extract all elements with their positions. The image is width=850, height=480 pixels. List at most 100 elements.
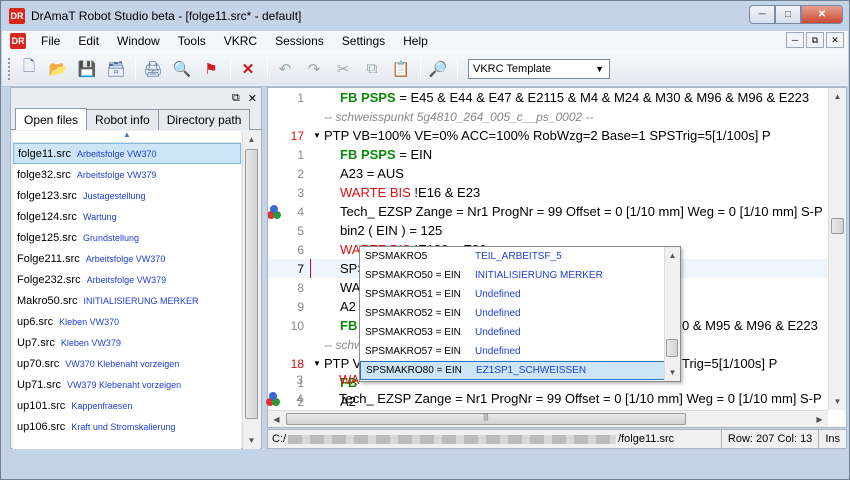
main-window: DR DrAmaT Robot Studio beta - [folge11.s… <box>0 0 850 480</box>
mdi-restore-button[interactable]: ⧉ <box>806 32 824 48</box>
menu-settings[interactable]: Settings <box>333 34 394 48</box>
autocomplete-item[interactable]: SPSMAKRO52 = EIN Undefined <box>360 304 680 323</box>
toolbar: 🗋 📂 💾 🗃 🖨 🔍 ⚑ ✕ ↶ ↷ ✂ ⧉ 📋 🔎 VKRC Templat… <box>2 51 848 87</box>
list-item[interactable]: folge11.src Arbeitsfolge VW370 <box>13 143 241 164</box>
scroll-thumb[interactable]: ||| <box>286 413 686 425</box>
collapse-icon[interactable]: ▼ <box>313 131 321 140</box>
file-list-scrollbar[interactable]: ▲ ▼ <box>242 131 260 449</box>
code-line[interactable]: 2 A23 = AUS <box>268 164 828 183</box>
menu-sessions[interactable]: Sessions <box>266 34 333 48</box>
weld-point-icon <box>266 391 280 406</box>
app-logo-icon: DR <box>9 8 25 24</box>
list-item[interactable]: folge125.src Grundstellung <box>13 227 241 248</box>
autocomplete-item[interactable]: SPSMAKRO51 = EIN Undefined <box>360 285 680 304</box>
cut-icon[interactable]: ✂ <box>331 57 355 81</box>
delete-icon[interactable]: ✕ <box>236 57 260 81</box>
list-item[interactable]: Folge211.src Arbeitsfolge VW370 <box>13 248 241 269</box>
maximize-button[interactable]: □ <box>775 5 801 24</box>
scroll-up-icon[interactable]: ▲ <box>829 88 846 105</box>
scroll-down-icon[interactable]: ▼ <box>243 432 260 449</box>
list-header[interactable]: ▲ <box>13 131 241 143</box>
scroll-thumb[interactable] <box>245 149 258 419</box>
scroll-up-icon[interactable]: ▲ <box>665 247 680 264</box>
toolbar-grip[interactable] <box>8 57 12 80</box>
tab-open-files[interactable]: Open files <box>15 108 88 130</box>
menu-tools[interactable]: Tools <box>169 34 215 48</box>
files-panel: ⧉ ✕ Open files Robot info Directory path… <box>10 87 262 449</box>
print-icon[interactable]: 🖨 <box>141 57 165 81</box>
list-item[interactable]: up70.src VW370 Klebenaht vorzeigen <box>13 353 241 374</box>
template-select[interactable]: VKRC Template ▼ <box>468 58 610 79</box>
autocomplete-item[interactable]: SPSMAKRO50 = EIN INITIALISIERUNG MERKER <box>360 266 680 285</box>
scroll-down-icon[interactable]: ▼ <box>829 393 846 410</box>
window-title: DrAmaT Robot Studio beta - [folge11.src*… <box>31 9 302 23</box>
save-all-icon[interactable]: 🗃 <box>104 57 128 81</box>
mdi-close-button[interactable]: ✕ <box>826 32 844 48</box>
editor-vertical-scrollbar[interactable]: ▲ ▼ <box>828 88 846 410</box>
new-file-icon[interactable]: 🗋 <box>17 57 41 81</box>
weld-point-icon <box>268 204 281 219</box>
menu-window[interactable]: Window <box>108 34 169 48</box>
minimize-button[interactable]: ─ <box>749 5 775 24</box>
code-line[interactable]: 3 WARTE BIS !E16 & E23 <box>268 183 828 202</box>
list-item[interactable]: folge32.src Arbeitsfolge VW379 <box>13 164 241 185</box>
list-item[interactable]: up6.src Kleben VW370 <box>13 311 241 332</box>
autocomplete-scrollbar[interactable]: ▲ ▼ <box>664 247 680 381</box>
menu-file[interactable]: File <box>32 34 69 48</box>
tab-directory-path[interactable]: Directory path <box>157 109 251 130</box>
insert-mode: Ins <box>818 429 846 449</box>
list-item[interactable]: folge124.src Wartung <box>13 206 241 227</box>
open-files-list: ▲ folge11.src Arbeitsfolge VW370 folge32.… <box>13 131 241 449</box>
collapse-icon[interactable]: ▼ <box>313 359 321 368</box>
editor-horizontal-scrollbar[interactable]: ◀ ||| ▶ <box>268 410 828 427</box>
document-logo-icon: DR <box>10 33 26 49</box>
list-item[interactable]: Makro50.src INITIALISIERUNG MERKER <box>13 290 241 311</box>
copy-icon[interactable]: ⧉ <box>360 57 384 81</box>
mdi-minimize-button[interactable]: ─ <box>786 32 804 48</box>
chevron-down-icon: ▼ <box>595 63 604 74</box>
panel-float-icon[interactable]: ⧉ <box>232 92 240 105</box>
panel-close-icon[interactable]: ✕ <box>248 92 257 105</box>
list-item[interactable]: Up71.src VW379 Klebenaht vorzeigen <box>13 374 241 395</box>
code-line[interactable]: -- schweisspunkt 5g4810_264_005_c__ps_00… <box>268 107 828 126</box>
list-item[interactable]: folge123.src Justagestellung <box>13 185 241 206</box>
list-item[interactable]: Up7.src Kleben VW379 <box>13 332 241 353</box>
find-icon[interactable]: 🔎 <box>426 57 450 81</box>
menu-vkrc[interactable]: VKRC <box>215 34 266 48</box>
menu-edit[interactable]: Edit <box>69 34 108 48</box>
code-line[interactable]: 1 FB PSPS = E45 & E44 & E47 & E2115 & M4 … <box>268 88 828 107</box>
code-line[interactable]: 3 WA <box>267 370 827 389</box>
open-folder-icon[interactable]: 📂 <box>46 57 70 81</box>
scroll-up-icon[interactable]: ▲ <box>243 131 260 148</box>
print-preview-icon[interactable]: 🔍 <box>170 57 194 81</box>
code-line[interactable]: 4 Tech_ EZSP Zange = Nr1 ProgNr = 99 Offs… <box>266 389 827 408</box>
list-item[interactable]: up101.src Kappenfraesen <box>13 395 241 416</box>
save-icon[interactable]: 💾 <box>75 57 99 81</box>
template-select-value: VKRC Template <box>473 62 552 75</box>
sort-up-icon: ▲ <box>123 131 131 139</box>
autocomplete-item[interactable]: SPSMAKRO53 = EIN Undefined <box>360 323 680 342</box>
list-item[interactable]: Folge232.src Arbeitsfolge VW379 <box>13 269 241 290</box>
scroll-thumb[interactable] <box>831 218 844 234</box>
code-line[interactable]: 17 ▼ PTP VB=100% VE=0% ACC=100% RobWzg=2 B… <box>268 126 828 145</box>
list-item[interactable]: up106.src Kraft und Stromskalierung <box>13 416 241 437</box>
redo-icon[interactable]: ↷ <box>302 57 326 81</box>
autocomplete-item[interactable]: SPSMAKRO57 = EIN Undefined <box>360 342 680 361</box>
paste-icon[interactable]: 📋 <box>389 57 413 81</box>
scroll-thumb[interactable] <box>666 339 678 357</box>
title-bar: DR DrAmaT Robot Studio beta - [folge11.s… <box>1 1 849 31</box>
menu-help[interactable]: Help <box>394 34 437 48</box>
cursor-position: Row: 207 Col: 13 <box>720 429 818 449</box>
file-path-redacted <box>288 434 617 444</box>
autocomplete-popup[interactable]: SPSMAKRO5 TEIL_ARBEITSF_5 SPSMAKRO50 = EI… <box>359 246 681 382</box>
code-line[interactable]: 4 Tech_ EZSP Zange = Nr1 ProgNr = 99 Offs… <box>268 202 828 221</box>
scroll-left-icon[interactable]: ◀ <box>268 411 285 427</box>
tab-robot-info[interactable]: Robot info <box>86 109 159 130</box>
close-button[interactable]: ✕ <box>801 5 843 24</box>
scroll-right-icon[interactable]: ▶ <box>811 411 828 427</box>
autocomplete-item[interactable]: SPSMAKRO5 TEIL_ARBEITSF_5 <box>360 247 680 266</box>
code-line[interactable]: 5 bin2 ( EIN ) = 125 <box>268 221 828 240</box>
code-line[interactable]: 1 FB PSPS = EIN <box>268 145 828 164</box>
undo-icon[interactable]: ↶ <box>273 57 297 81</box>
export-icon[interactable]: ⚑ <box>199 57 223 81</box>
